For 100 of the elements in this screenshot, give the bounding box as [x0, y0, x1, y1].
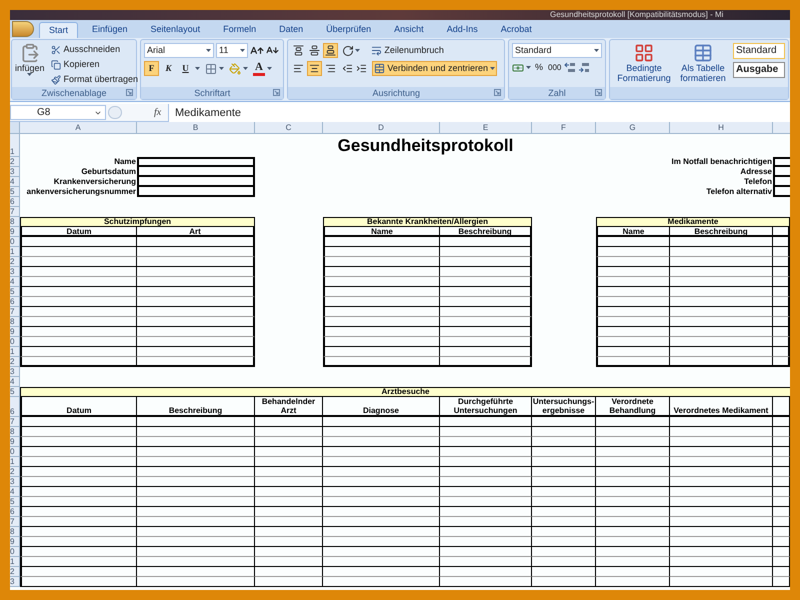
- table-cell[interactable]: [596, 237, 670, 247]
- bottom-align-icon[interactable]: [323, 43, 338, 58]
- table-cell[interactable]: [773, 507, 790, 517]
- table-cell[interactable]: [440, 247, 532, 257]
- table-cell[interactable]: [137, 347, 255, 357]
- cell-style[interactable]: Ausgabe: [733, 62, 785, 78]
- input-field[interactable]: [773, 187, 790, 197]
- table-cell[interactable]: [20, 547, 137, 557]
- input-field[interactable]: [773, 177, 790, 187]
- table-cell[interactable]: [596, 347, 670, 357]
- table-cell[interactable]: [137, 467, 255, 477]
- table-cell[interactable]: [773, 497, 790, 507]
- table-cell[interactable]: [20, 477, 137, 487]
- table-cell[interactable]: [596, 317, 670, 327]
- increase-decimal-icon[interactable]: [564, 62, 576, 74]
- table-cell[interactable]: [20, 517, 137, 527]
- table-cell[interactable]: [596, 567, 670, 577]
- table-cell[interactable]: [323, 447, 440, 457]
- table-cell[interactable]: [670, 487, 773, 497]
- table-cell[interactable]: [670, 287, 773, 297]
- table-cell[interactable]: [137, 497, 255, 507]
- table-cell[interactable]: [440, 237, 532, 247]
- row-number[interactable]: 2: [10, 567, 20, 577]
- table-cell[interactable]: [773, 467, 790, 477]
- table-cell[interactable]: [773, 577, 790, 587]
- table-cell[interactable]: [773, 437, 790, 447]
- table-cell[interactable]: [137, 547, 255, 557]
- ribbon-tab[interactable]: Start: [39, 22, 78, 38]
- table-cell[interactable]: [773, 477, 790, 487]
- input-field[interactable]: [773, 157, 790, 167]
- table-cell[interactable]: [596, 277, 670, 287]
- table-cell[interactable]: [670, 437, 773, 447]
- table-cell[interactable]: [20, 357, 137, 367]
- row-number[interactable]: 5: [10, 187, 20, 197]
- table-cell[interactable]: [323, 277, 440, 287]
- table-cell[interactable]: [255, 487, 323, 497]
- row-number[interactable]: 1: [10, 557, 20, 567]
- row-number[interactable]: 3: [10, 577, 20, 587]
- row-number[interactable]: 7: [10, 417, 20, 427]
- table-cell[interactable]: [773, 547, 790, 557]
- table-cell[interactable]: [440, 417, 532, 427]
- table-cell[interactable]: [773, 527, 790, 537]
- table-cell[interactable]: [323, 557, 440, 567]
- font-color-button[interactable]: A: [253, 62, 265, 76]
- ribbon-tab[interactable]: Ansicht: [385, 22, 433, 38]
- table-cell[interactable]: [440, 317, 532, 327]
- table-cell[interactable]: [670, 467, 773, 477]
- table-cell[interactable]: [137, 537, 255, 547]
- decrease-indent-icon[interactable]: [342, 63, 354, 74]
- table-cell[interactable]: [323, 347, 440, 357]
- table-cell[interactable]: [137, 337, 255, 347]
- table-cell[interactable]: [255, 427, 323, 437]
- table-cell[interactable]: [596, 577, 670, 587]
- table-cell[interactable]: [670, 547, 773, 557]
- table-cell[interactable]: [773, 487, 790, 497]
- row-number[interactable]: 8: [10, 527, 20, 537]
- table-cell[interactable]: [532, 537, 596, 547]
- column-header[interactable]: D: [323, 122, 440, 133]
- table-cell[interactable]: [670, 427, 773, 437]
- ribbon-tab[interactable]: Überprüfen: [317, 22, 380, 38]
- row-number[interactable]: 9: [10, 437, 20, 447]
- table-cell[interactable]: [670, 457, 773, 467]
- table-cell[interactable]: [137, 237, 255, 247]
- table-cell[interactable]: [20, 297, 137, 307]
- table-cell[interactable]: [440, 457, 532, 467]
- table-cell[interactable]: [596, 557, 670, 567]
- table-cell[interactable]: [670, 537, 773, 547]
- table-cell[interactable]: [137, 307, 255, 317]
- table-cell[interactable]: [323, 497, 440, 507]
- table-cell[interactable]: [670, 497, 773, 507]
- table-cell[interactable]: [670, 567, 773, 577]
- table-cell[interactable]: [773, 297, 790, 307]
- table-cell[interactable]: [440, 567, 532, 577]
- table-cell[interactable]: [596, 307, 670, 317]
- column-header[interactable]: F: [532, 122, 596, 133]
- decrease-decimal-icon[interactable]: [578, 62, 590, 74]
- table-cell[interactable]: [773, 337, 790, 347]
- table-cell[interactable]: [532, 547, 596, 557]
- row-number[interactable]: 4: [10, 487, 20, 497]
- table-cell[interactable]: [596, 477, 670, 487]
- format-as-table-button[interactable]: Als Tabelle formatieren: [675, 43, 731, 87]
- table-cell[interactable]: [20, 307, 137, 317]
- row-number[interactable]: 2: [10, 467, 20, 477]
- column-header[interactable]: H: [670, 122, 773, 133]
- table-cell[interactable]: [773, 237, 790, 247]
- formula-input[interactable]: Medikamente: [168, 104, 790, 122]
- table-cell[interactable]: [532, 567, 596, 577]
- table-cell[interactable]: [670, 337, 773, 347]
- font-size-dropdown[interactable]: 11: [216, 43, 248, 58]
- table-cell[interactable]: [596, 447, 670, 457]
- table-cell[interactable]: [532, 507, 596, 517]
- table-cell[interactable]: [20, 577, 137, 587]
- table-cell[interactable]: [670, 237, 773, 247]
- table-cell[interactable]: [670, 257, 773, 267]
- table-cell[interactable]: [323, 547, 440, 557]
- table-cell[interactable]: [440, 497, 532, 507]
- table-cell[interactable]: [323, 477, 440, 487]
- table-cell[interactable]: [255, 547, 323, 557]
- table-cell[interactable]: [20, 537, 137, 547]
- ribbon-button[interactable]: Format übertragen: [50, 73, 138, 87]
